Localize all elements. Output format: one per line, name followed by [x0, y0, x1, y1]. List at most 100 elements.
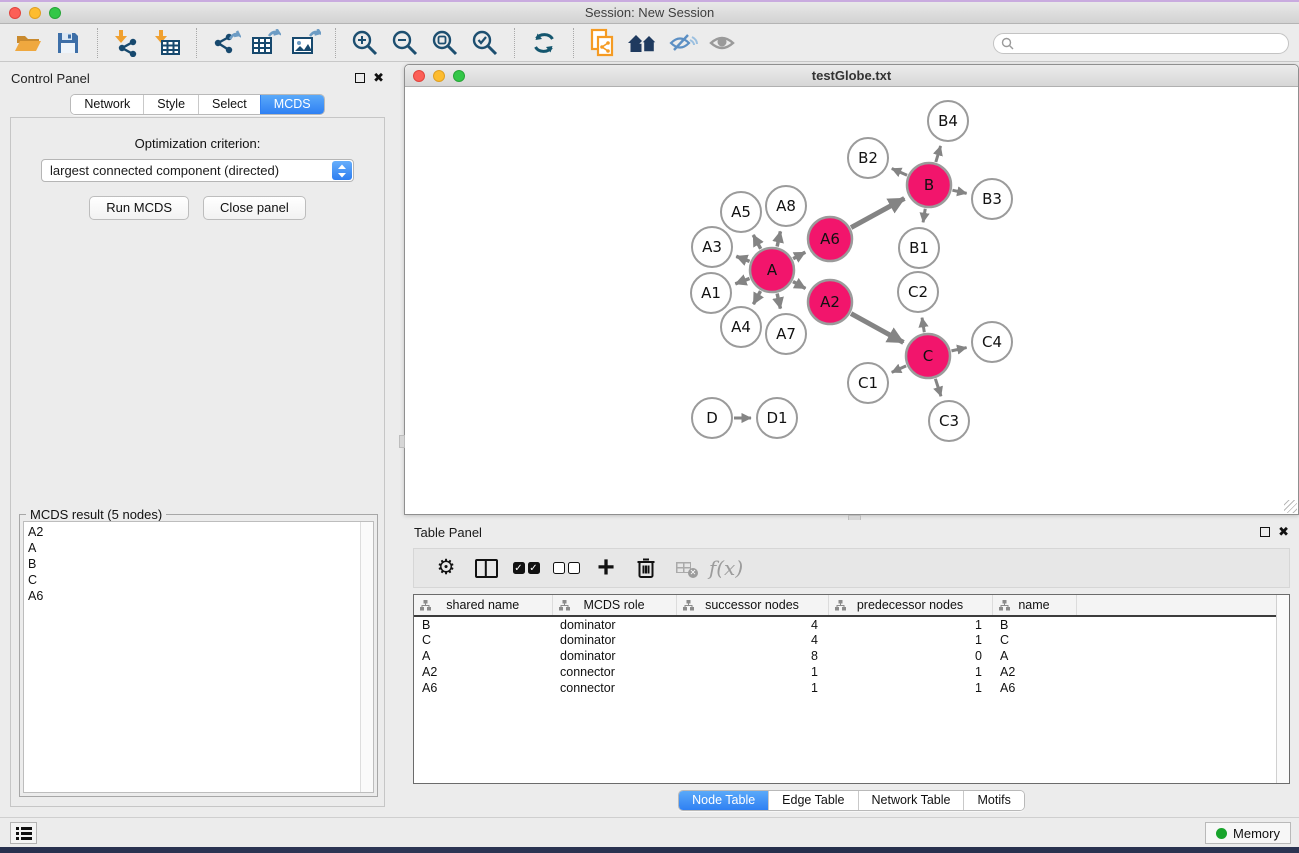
table-cell[interactable]: C [992, 632, 1076, 648]
table-row[interactable]: A6connector11A6 [414, 680, 1276, 696]
table-settings-icon[interactable]: ⚙ [426, 552, 466, 584]
import-network-icon[interactable] [110, 28, 144, 58]
graph-node-B1[interactable]: B1 [899, 228, 939, 268]
graph-node-A8[interactable]: A8 [766, 186, 806, 226]
table-cell[interactable]: C [414, 632, 552, 648]
table-cell[interactable]: 4 [676, 632, 828, 648]
graph-node-A2[interactable]: A2 [808, 280, 852, 324]
network-canvas[interactable]: B4B2BB3A5A8A6B1A3AC2A1A2A4A7C4CC1C3DD1 [406, 88, 1297, 513]
split-view-icon[interactable] [466, 552, 506, 584]
table-cell[interactable]: 1 [676, 664, 828, 680]
table-cell[interactable]: 1 [828, 664, 992, 680]
add-column-icon[interactable]: + [586, 552, 626, 584]
delete-table-icon[interactable]: ✕ [666, 552, 706, 584]
table-cell[interactable]: 1 [828, 616, 992, 632]
close-panel-button[interactable]: Close panel [203, 196, 306, 220]
tab-select[interactable]: Select [198, 95, 260, 114]
graph-node-B2[interactable]: B2 [848, 138, 888, 178]
tab-motifs[interactable]: Motifs [963, 791, 1023, 810]
graph-node-A7[interactable]: A7 [766, 314, 806, 354]
result-list-item[interactable]: A6 [28, 588, 356, 604]
graph-node-C1[interactable]: C1 [848, 363, 888, 403]
table-cell[interactable]: dominator [552, 648, 676, 664]
export-table-icon[interactable] [249, 28, 283, 58]
refresh-view-icon[interactable] [527, 28, 561, 58]
column-header-predecessor-nodes[interactable]: predecessor nodes [828, 595, 992, 616]
optimization-criterion-dropdown[interactable]: largest connected component (directed) [41, 159, 354, 182]
zoom-selected-icon[interactable] [468, 28, 502, 58]
graph-node-B4[interactable]: B4 [928, 101, 968, 141]
table-cell[interactable]: A [992, 648, 1076, 664]
graph-node-A3[interactable]: A3 [692, 227, 732, 267]
hide-selected-icon[interactable] [666, 28, 700, 58]
copy-network-icon[interactable] [586, 28, 620, 58]
table-row[interactable]: Adominator80A [414, 648, 1276, 664]
column-header-shared-name[interactable]: shared name [414, 595, 552, 616]
table-cell[interactable]: 1 [676, 680, 828, 696]
window-resize-grip[interactable] [1284, 500, 1297, 513]
tab-mcds[interactable]: MCDS [260, 95, 324, 114]
graph-node-D1[interactable]: D1 [757, 398, 797, 438]
home-view-icon[interactable] [626, 28, 660, 58]
table-cell[interactable]: A6 [414, 680, 552, 696]
table-row[interactable]: A2connector11A2 [414, 664, 1276, 680]
table-scrollbar[interactable] [1276, 595, 1289, 783]
run-mcds-button[interactable]: Run MCDS [89, 196, 189, 220]
table-cell[interactable]: A [414, 648, 552, 664]
table-cell[interactable]: 8 [676, 648, 828, 664]
zoom-out-icon[interactable] [388, 28, 422, 58]
table-cell[interactable]: connector [552, 680, 676, 696]
float-panel-icon[interactable] [355, 73, 365, 83]
table-cell[interactable]: 4 [676, 616, 828, 632]
result-list-item[interactable]: A2 [28, 524, 356, 540]
graph-node-A4[interactable]: A4 [721, 307, 761, 347]
tab-edge-table[interactable]: Edge Table [768, 791, 857, 810]
graph-node-D[interactable]: D [692, 398, 732, 438]
graph-node-A[interactable]: A [750, 248, 794, 292]
table-cell[interactable]: B [414, 616, 552, 632]
graph-node-A6[interactable]: A6 [808, 217, 852, 261]
table-cell[interactable]: 1 [828, 632, 992, 648]
graph-node-C3[interactable]: C3 [929, 401, 969, 441]
zoom-fit-icon[interactable] [428, 28, 462, 58]
result-list-item[interactable]: B [28, 556, 356, 572]
select-all-icon[interactable]: ✓✓ [506, 552, 546, 584]
close-panel-icon[interactable]: ✖ [373, 73, 384, 83]
split-handle-icon[interactable] [399, 435, 405, 448]
search-input[interactable] [993, 33, 1289, 54]
tab-network[interactable]: Network [71, 95, 143, 114]
network-window-titlebar[interactable]: testGlobe.txt [405, 65, 1298, 87]
graph-node-B[interactable]: B [907, 163, 951, 207]
table-row[interactable]: Bdominator41B [414, 616, 1276, 632]
table-cell[interactable]: connector [552, 664, 676, 680]
zoom-in-icon[interactable] [348, 28, 382, 58]
column-header-MCDS-role[interactable]: MCDS role [552, 595, 676, 616]
table-cell[interactable]: A2 [992, 664, 1076, 680]
table-cell[interactable]: B [992, 616, 1076, 632]
float-table-panel-icon[interactable] [1260, 527, 1270, 537]
export-network-icon[interactable] [209, 28, 243, 58]
close-table-panel-icon[interactable]: ✖ [1278, 527, 1289, 537]
result-list-scrollbar[interactable] [360, 522, 373, 792]
save-session-icon[interactable] [51, 28, 85, 58]
result-list-item[interactable]: A [28, 540, 356, 556]
table-row[interactable]: Cdominator41C [414, 632, 1276, 648]
graph-node-C[interactable]: C [906, 334, 950, 378]
table-cell[interactable]: dominator [552, 632, 676, 648]
open-session-icon[interactable] [11, 28, 45, 58]
function-builder-icon[interactable]: f(x) [706, 552, 746, 584]
task-history-button[interactable] [10, 822, 37, 844]
result-list-item[interactable]: C [28, 572, 356, 588]
graph-node-A5[interactable]: A5 [721, 192, 761, 232]
show-all-icon[interactable] [706, 28, 740, 58]
memory-button[interactable]: Memory [1205, 822, 1291, 844]
delete-columns-icon[interactable] [626, 552, 666, 584]
import-table-icon[interactable] [150, 28, 184, 58]
graph-node-C2[interactable]: C2 [898, 272, 938, 312]
table-cell[interactable]: 0 [828, 648, 992, 664]
tab-style[interactable]: Style [143, 95, 198, 114]
tab-node-table[interactable]: Node Table [679, 791, 768, 810]
graph-node-C4[interactable]: C4 [972, 322, 1012, 362]
column-header-successor-nodes[interactable]: successor nodes [676, 595, 828, 616]
table-cell[interactable]: dominator [552, 616, 676, 632]
